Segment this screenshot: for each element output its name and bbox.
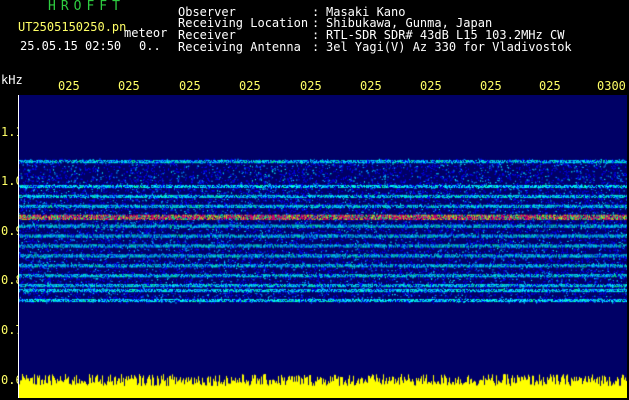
time-tick-label: 025	[58, 79, 80, 93]
meteor-count: 0..	[139, 39, 161, 53]
info-separator: :	[312, 40, 320, 54]
file-name: UT2505150250.pn	[18, 20, 127, 34]
info-label-antenna: Receiving Antenna	[178, 40, 301, 54]
info-value-antenna: 3el Yagi(V) Az 330 for Vladivostok	[326, 40, 572, 54]
time-tick-label: 025	[480, 79, 502, 93]
time-tick-label: 025	[239, 79, 261, 93]
time-tick-label: 025	[420, 79, 442, 93]
timestamp: 25.05.15 02:50	[20, 39, 122, 53]
meteor-label: meteor	[124, 26, 168, 40]
time-tick-label: 025	[360, 79, 382, 93]
spectrogram	[18, 95, 627, 398]
time-tick-label: 0300	[597, 79, 626, 93]
time-tick-label: 025	[179, 79, 201, 93]
frequency-unit-label: kHz	[1, 73, 23, 87]
time-tick-label: 025	[118, 79, 140, 93]
frequency-axis-line	[18, 95, 19, 398]
time-tick-label: 025	[300, 79, 322, 93]
app-title: HROFFT	[48, 0, 125, 14]
time-tick-label: 025	[539, 79, 561, 93]
